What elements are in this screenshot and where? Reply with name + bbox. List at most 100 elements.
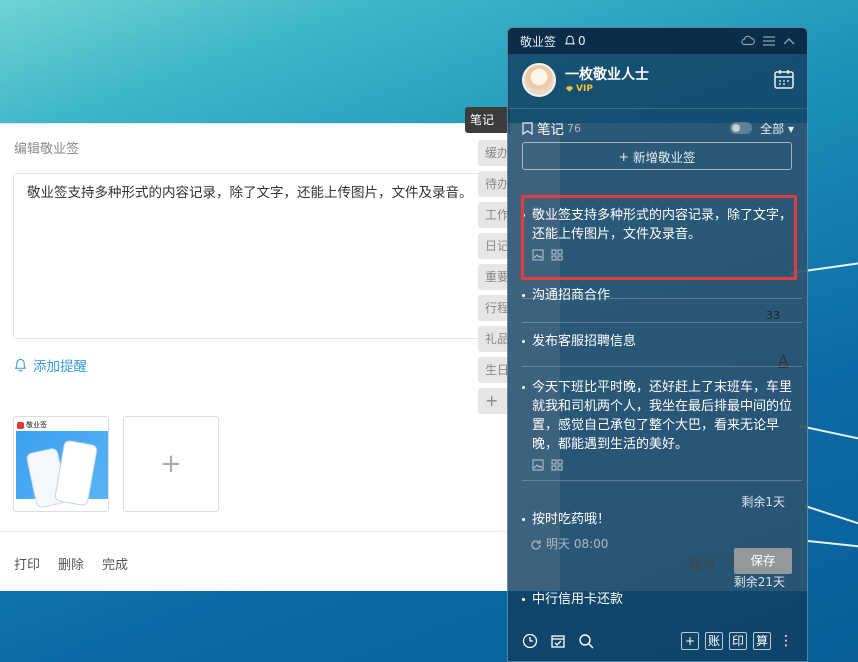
- repeat-icon: [531, 539, 541, 550]
- wallpaper-streak: [804, 505, 858, 526]
- note-meta: [522, 459, 792, 471]
- thumbnail-logo: 敬业签: [17, 420, 47, 430]
- cancel-button[interactable]: 取消: [689, 554, 714, 573]
- divider: [0, 531, 560, 532]
- note-text: 今天下班比平时晚，还好赶上了末班车，车里就我和司机两个人，我坐在最后排最中间的位…: [532, 380, 793, 452]
- tab-work[interactable]: 工作: [478, 202, 510, 228]
- tab-birthday[interactable]: 生日: [478, 357, 510, 383]
- note-item[interactable]: 今天下班比平时晚，还好赶上了末班车，车里就我和司机两个人，我坐在最后排最中间的位…: [522, 378, 802, 481]
- notes-count: 76: [567, 121, 581, 135]
- note-text: 沟通招商合作: [532, 288, 611, 303]
- note-item[interactable]: 中行信用卡还款: [522, 590, 792, 609]
- delete-button[interactable]: 删除: [58, 554, 84, 573]
- new-note-label: 新增敬业签: [632, 149, 696, 165]
- thumbnail-image: [16, 431, 108, 508]
- bullet: [522, 518, 525, 521]
- panel-footer: + 账 印 算 ⋮: [508, 621, 807, 661]
- note-meta: [522, 249, 792, 261]
- calendar-icon[interactable]: [773, 68, 795, 90]
- notification-button[interactable]: 0: [564, 34, 586, 48]
- more-icon[interactable]: ⋮: [779, 633, 793, 649]
- collapse-icon[interactable]: [783, 37, 795, 45]
- bookmark-icon: [522, 121, 533, 135]
- bullet: [522, 294, 525, 297]
- tab-todo[interactable]: 待办: [478, 171, 510, 197]
- note-item[interactable]: 敬业签支持多种形式的内容记录，除了文字，还能上传图片，文件及录音。: [522, 206, 802, 299]
- editor-footer: 打印 删除 完成: [14, 554, 128, 573]
- new-note-button[interactable]: + 新增敬业签: [522, 142, 792, 170]
- username: 一枚敬业人士: [565, 67, 649, 83]
- tab-gifts[interactable]: 礼品: [478, 326, 510, 352]
- avatar[interactable]: [522, 63, 556, 97]
- footer-tools: + 账 印 算 ⋮: [681, 632, 793, 650]
- bell-icon: [564, 35, 576, 45]
- calculator-button[interactable]: 算: [753, 632, 771, 650]
- font-style-icon[interactable]: A: [778, 352, 788, 370]
- note-text: 中行信用卡还款: [532, 592, 624, 607]
- logo-icon: [17, 421, 24, 429]
- word-count: 33: [766, 309, 780, 322]
- calendar-check-icon[interactable]: [550, 633, 566, 649]
- notes-toolbar: 笔记 76 全部 ▾: [522, 118, 794, 138]
- bullet: [522, 340, 525, 343]
- editor-title: 编辑敬业签: [14, 142, 80, 157]
- attachment-thumbnail[interactable]: 敬业签: [13, 416, 109, 512]
- done-button[interactable]: 完成: [102, 554, 128, 573]
- diamond-icon: [565, 86, 574, 92]
- note-text: 发布客服招聘信息: [532, 334, 637, 349]
- divider: [522, 480, 802, 481]
- print-tool-button[interactable]: 印: [729, 632, 747, 650]
- bullet: [522, 598, 525, 601]
- app-name: 敬业签: [520, 34, 557, 49]
- divider: [508, 108, 807, 109]
- view-toggle[interactable]: [730, 122, 753, 134]
- add-tab-button[interactable]: +: [478, 388, 510, 414]
- header-controls: [741, 35, 795, 47]
- clock-icon[interactable]: [522, 633, 538, 649]
- note-item[interactable]: 沟通招商合作: [522, 286, 802, 323]
- vip-badge: VIP: [565, 84, 593, 94]
- tab-diary[interactable]: 日记: [478, 233, 510, 259]
- grid-icon: [551, 249, 563, 261]
- add-reminder-label: 添加提醒: [33, 359, 87, 375]
- filter-dropdown[interactable]: 全部 ▾: [760, 120, 794, 137]
- menu-icon[interactable]: [763, 36, 775, 46]
- note-editor-window: 编辑敬业签 敬业签支持多种形式的内容记录，除了文字，还能上传图片，文件及录音。 …: [0, 123, 560, 591]
- user-profile: 一枚敬业人士 VIP: [520, 61, 797, 101]
- tab-notes[interactable]: 笔记: [465, 107, 510, 133]
- vip-label: VIP: [576, 84, 593, 94]
- print-button[interactable]: 打印: [14, 554, 40, 573]
- tab-deferred[interactable]: 缓办: [478, 140, 510, 166]
- notes-title: 笔记: [537, 122, 564, 138]
- save-button[interactable]: 保存: [734, 548, 792, 574]
- bullet: [522, 386, 525, 389]
- grid-icon: [551, 459, 563, 471]
- add-reminder-button[interactable]: 添加提醒: [14, 355, 87, 375]
- note-item[interactable]: 发布客服招聘信息: [522, 332, 802, 367]
- add-attachment-button[interactable]: +: [123, 416, 219, 512]
- logo-text: 敬业签: [26, 421, 47, 429]
- divider: [522, 322, 802, 323]
- note-text: 按时吃药哦！: [532, 512, 611, 527]
- phone-graphic: [55, 440, 97, 506]
- divider: [522, 366, 802, 367]
- add-button[interactable]: +: [681, 632, 699, 650]
- search-icon[interactable]: [578, 633, 594, 649]
- tab-itinerary[interactable]: 行程: [478, 295, 510, 321]
- filter-label: 全部: [760, 121, 785, 136]
- wallpaper-streak: [807, 540, 858, 549]
- image-icon: [532, 459, 544, 471]
- tab-important[interactable]: 重要: [478, 264, 510, 290]
- bell-icon: [14, 358, 27, 372]
- bullet: [522, 214, 525, 217]
- panel-header: 敬业签 0: [508, 28, 807, 54]
- plus-icon: +: [618, 148, 629, 164]
- note-content-textarea[interactable]: 敬业签支持多种形式的内容记录，除了文字，还能上传图片，文件及录音。: [13, 173, 513, 339]
- note-text: 敬业签支持多种形式的内容记录，除了文字，还能上传图片，文件及录音。: [532, 208, 793, 242]
- notification-count: 0: [578, 34, 586, 48]
- remaining-days: 剩余1天: [741, 495, 785, 509]
- ledger-button[interactable]: 账: [705, 632, 723, 650]
- remaining-days: 剩余21天: [733, 575, 785, 589]
- cloud-sync-icon[interactable]: [741, 35, 755, 47]
- schedule-time: 明天 08:00: [546, 537, 609, 551]
